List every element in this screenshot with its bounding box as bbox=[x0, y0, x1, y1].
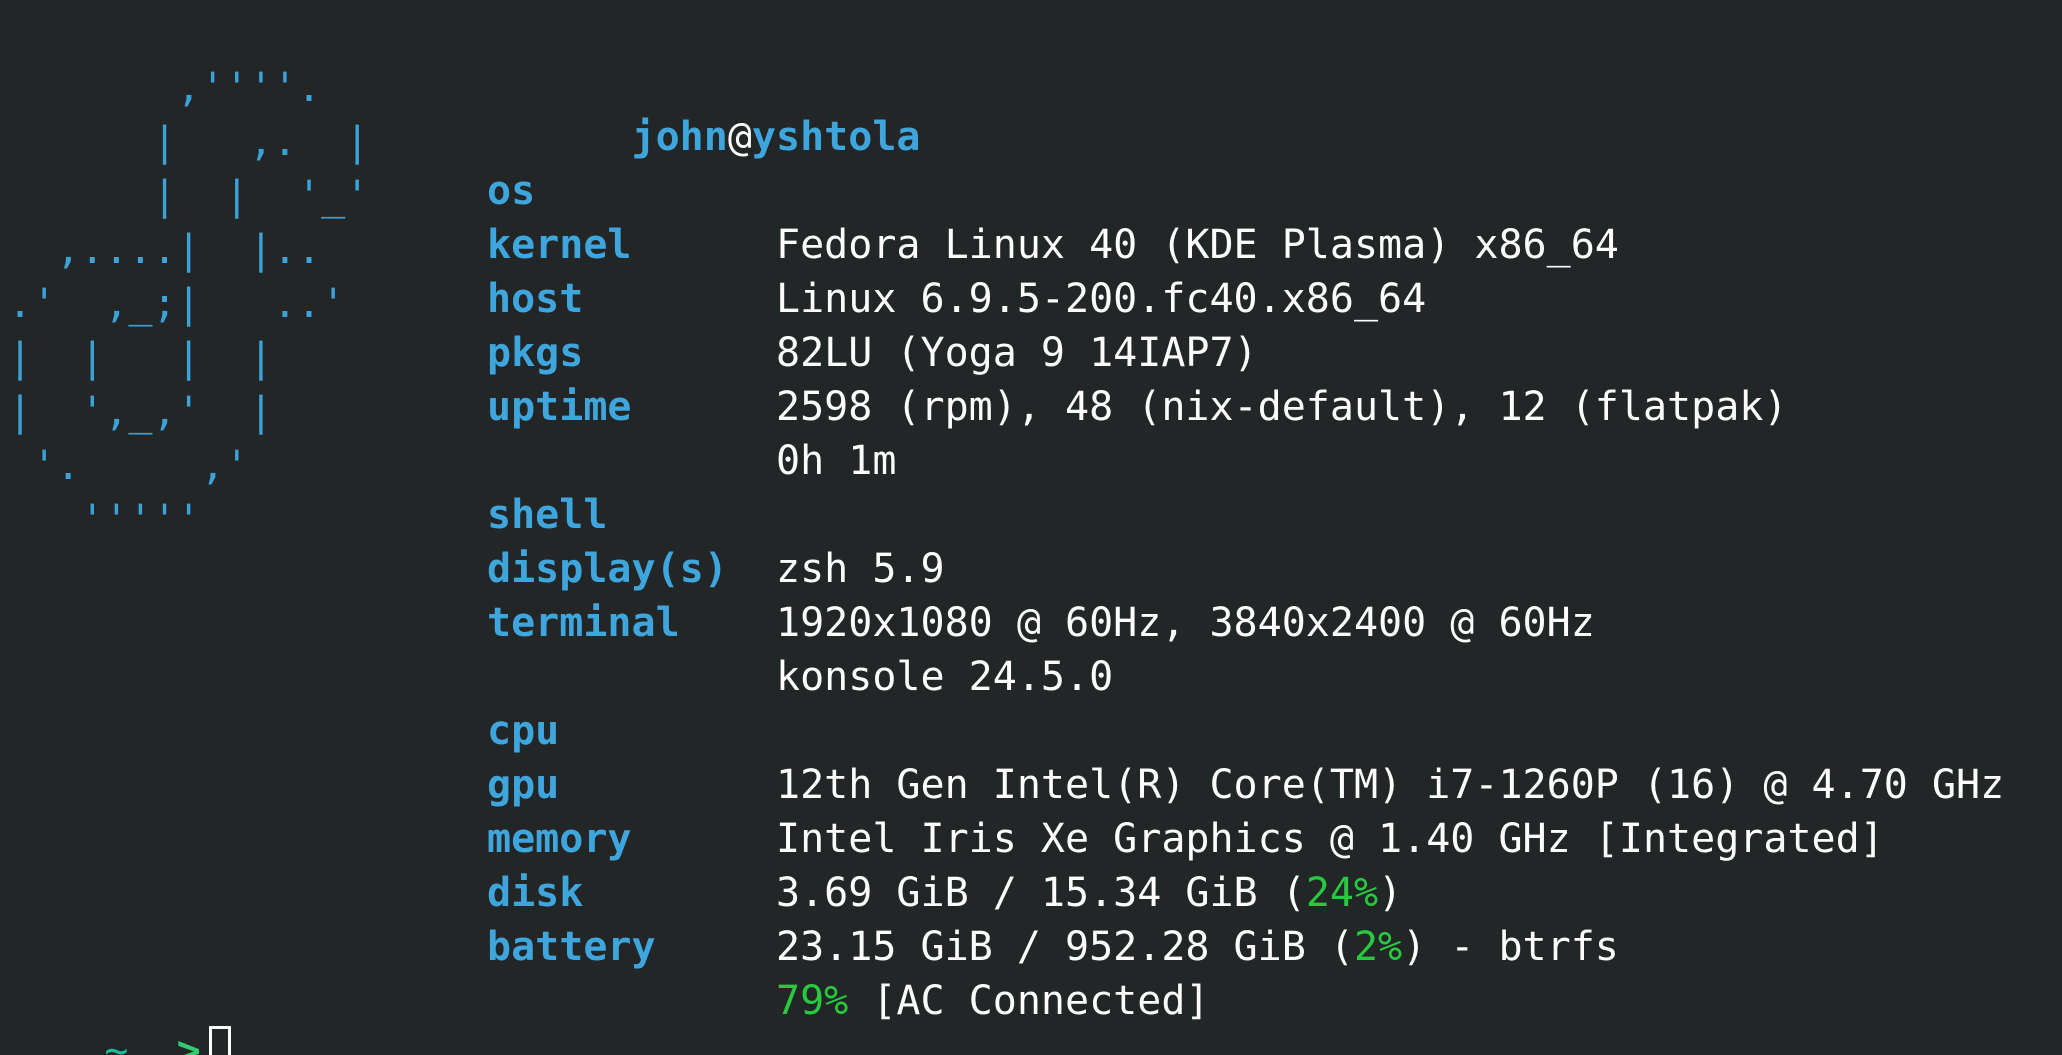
fedora-ascii-logo: ,''''. | ,. | | | '_' ,....| |.. .' ,_;|… bbox=[8, 65, 370, 543]
info-row-uptime: uptime 0h 1m bbox=[487, 326, 2047, 484]
terminal-window[interactable]: ,''''. | ,. | | | '_' ,....| |.. .' ,_;|… bbox=[0, 0, 2062, 1055]
info-value: 23.15 GiB / 952.28 GiB (2%) - btrfs bbox=[776, 920, 1619, 974]
battery-status: [AC Connected] bbox=[848, 978, 1210, 1024]
info-row-battery: battery 79% [AC Connected] bbox=[487, 866, 2047, 1024]
disk-percent: 2% bbox=[1353, 924, 1403, 970]
disk-usage: 23.15 GiB / 952.28 GiB ( bbox=[776, 924, 1354, 970]
home-dir-indicator: ~ bbox=[104, 1028, 129, 1055]
info-key: battery bbox=[487, 924, 656, 970]
info-row-shell: shell zsh 5.9 bbox=[487, 434, 2047, 592]
text-cursor[interactable] bbox=[208, 1026, 231, 1055]
disk-suffix: ) - btrfs bbox=[1402, 924, 1619, 970]
system-info-panel: john@yshtola os Fedora Linux 40 (KDE Pla… bbox=[487, 56, 2047, 1024]
user-host-title: john@yshtola bbox=[487, 56, 2047, 160]
info-row-displays: display(s) 1920x1080 @ 60Hz, 3840x2400 @… bbox=[487, 488, 2047, 646]
info-row-os: os Fedora Linux 40 (KDE Plasma) x86_64 bbox=[487, 110, 2047, 268]
info-row-cpu: cpu 12th Gen Intel(R) Core(TM) i7-1260P … bbox=[487, 650, 2047, 808]
info-row-pkgs: pkgs 2598 (rpm), 48 (nix-default), 12 (f… bbox=[487, 272, 2047, 430]
shell-prompt[interactable]: ~ > bbox=[8, 970, 231, 1055]
info-row-terminal: terminal konsole 24.5.0 bbox=[487, 542, 2047, 700]
info-row-disk: disk 23.15 GiB / 952.28 GiB (2%) - btrfs bbox=[487, 812, 2047, 970]
prompt-arrow: > bbox=[176, 1028, 201, 1055]
info-value: 79% [AC Connected] bbox=[776, 974, 1209, 1028]
info-row-gpu: gpu Intel Iris Xe Graphics @ 1.40 GHz [I… bbox=[487, 704, 2047, 862]
info-row-host: host 82LU (Yoga 9 14IAP7) bbox=[487, 218, 2047, 376]
battery-percent: 79% bbox=[776, 978, 849, 1024]
info-row-kernel: kernel Linux 6.9.5-200.fc40.x86_64 bbox=[487, 164, 2047, 322]
info-row-memory: memory 3.69 GiB / 15.34 GiB (24%) bbox=[487, 758, 2047, 916]
